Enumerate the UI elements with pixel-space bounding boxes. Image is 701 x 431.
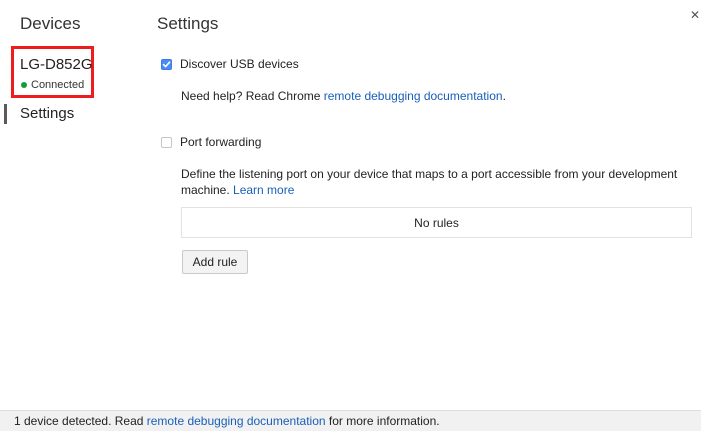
discover-usb-label: Discover USB devices [180, 57, 299, 71]
footer-prefix: 1 device detected. Read [14, 414, 147, 428]
help-prefix: Need help? Read Chrome [181, 89, 324, 103]
close-icon[interactable]: ✕ [690, 8, 700, 22]
device-status-label: Connected [31, 79, 85, 91]
device-name[interactable]: LG-D852G [20, 56, 93, 73]
port-forwarding-row[interactable]: Port forwarding [161, 135, 261, 149]
devices-window: Devices LG-D852G Connected Settings ✕ Se… [0, 0, 701, 431]
page-title: Settings [157, 14, 219, 33]
selected-indicator [4, 104, 7, 124]
port-forwarding-description: Define the listening port on your device… [181, 166, 691, 198]
status-footer: 1 device detected. Read remote debugging… [0, 410, 701, 431]
check-icon [162, 60, 171, 67]
discover-usb-row[interactable]: Discover USB devices [161, 57, 299, 71]
status-dot-icon [21, 82, 27, 88]
sidebar-item-settings[interactable]: Settings [0, 102, 100, 126]
discover-usb-checkbox[interactable] [161, 58, 172, 70]
port-forwarding-checkbox[interactable] [161, 136, 172, 148]
help-suffix: . [502, 89, 506, 103]
remote-debugging-docs-link[interactable]: remote debugging documentation [324, 89, 503, 103]
learn-more-link[interactable]: Learn more [233, 183, 294, 197]
sidebar-title: Devices [20, 14, 81, 33]
rules-list: No rules [181, 207, 692, 238]
footer-suffix: for more information. [325, 414, 440, 428]
help-text: Need help? Read Chrome remote debugging … [181, 89, 506, 103]
footer-docs-link[interactable]: remote debugging documentation [147, 414, 326, 428]
no-rules-text: No rules [414, 215, 459, 230]
add-rule-button[interactable]: Add rule [182, 250, 248, 274]
sidebar-item-label: Settings [20, 105, 75, 122]
device-status: Connected [21, 79, 84, 91]
port-forwarding-label: Port forwarding [180, 135, 262, 149]
